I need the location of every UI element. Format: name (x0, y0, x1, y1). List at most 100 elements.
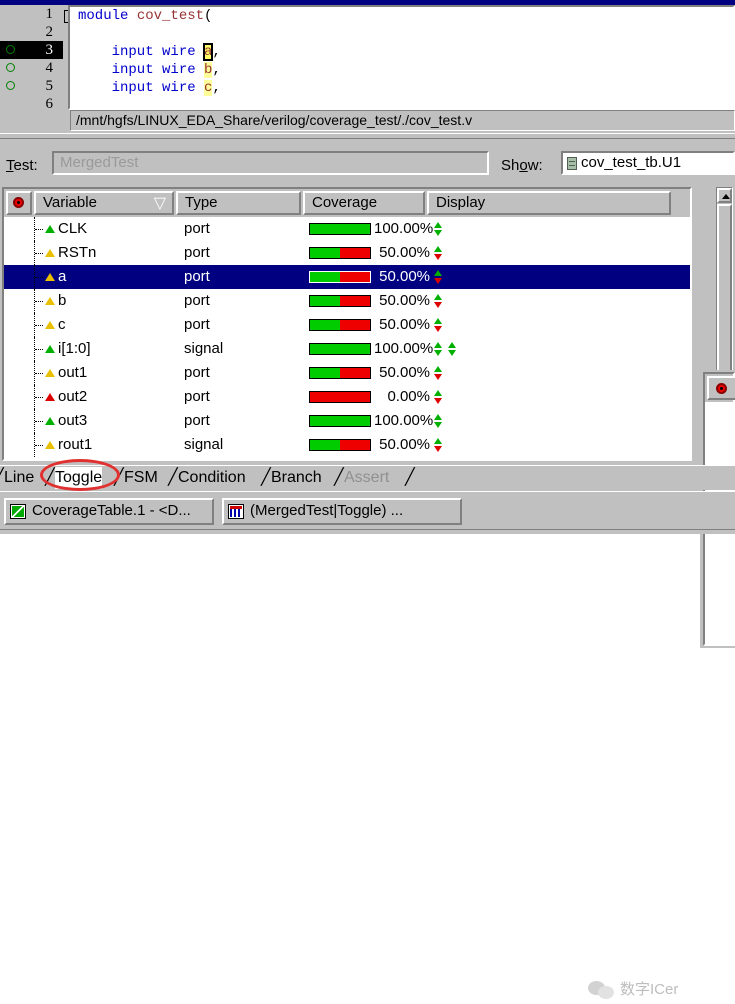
coverage-bar (309, 271, 371, 283)
tree-branch (35, 349, 43, 351)
table-row[interactable]: a port 50.00% (4, 265, 690, 289)
tab-label: Branch (271, 469, 322, 486)
toggle-arrow-icon[interactable] (434, 318, 443, 332)
source-editor: 123456 − module cov_test( input wire a, … (0, 5, 735, 112)
table-row[interactable]: RSTn port 50.00% (4, 241, 690, 265)
column-header-type[interactable]: Type (176, 191, 301, 215)
panel-divider (0, 133, 735, 139)
variable-name: RSTn (58, 244, 97, 261)
spreadsheet-icon (10, 504, 26, 519)
tab-label: FSM (124, 469, 158, 486)
tree-branch (35, 325, 43, 327)
toggle-arrow-icon[interactable] (434, 270, 443, 284)
table-row[interactable]: out3 port 100.00% (4, 409, 690, 433)
tree-branch (35, 301, 43, 303)
column-header-flag[interactable] (6, 191, 32, 215)
tab-condition[interactable]: Condition (178, 467, 246, 489)
test-input[interactable]: MergedTest (52, 151, 489, 175)
coverage-bar-fill (310, 440, 340, 450)
code-token: input wire (78, 80, 205, 96)
arrow-up-icon (434, 318, 442, 324)
variable-name: out2 (58, 388, 88, 405)
watermark-text: 数字ICer (620, 981, 679, 998)
variable-type: signal (184, 340, 224, 357)
taskbar-button[interactable]: (MergedTest|Toggle) ... (222, 498, 462, 525)
watermark: 数字ICer (588, 978, 728, 1004)
arrow-up-icon (434, 270, 442, 276)
line-number: 3 (0, 41, 63, 59)
coverage-percent: 100.00% (374, 340, 434, 357)
status-triangle-icon (45, 441, 55, 449)
file-path-field[interactable]: /mnt/hgfs/LINUX_EDA_Share/verilog/covera… (70, 110, 735, 131)
toggle-arrow-icon[interactable] (434, 246, 443, 260)
tab-fsm[interactable]: FSM (124, 467, 158, 489)
coverage-bar-fill (310, 344, 370, 354)
toggle-arrow-icon[interactable] (434, 414, 443, 428)
coverage-marker-icon[interactable] (6, 81, 15, 90)
table-row[interactable]: CLK port 100.00% (4, 217, 690, 241)
coverage-bar-fill (310, 416, 370, 426)
tab-label: Line (4, 469, 35, 486)
arrow-up-icon (434, 438, 442, 444)
coverage-tabs[interactable]: Line╱Toggle╱FSM╱Condition╱Branch╱Assert╱… (0, 465, 735, 490)
column-header-label: Type (185, 194, 218, 211)
line-number: 4 (0, 59, 63, 77)
coverage-marker-icon[interactable] (6, 45, 15, 54)
coverage-percent: 100.00% (374, 412, 434, 429)
coverage-bar-fill (310, 272, 340, 282)
variable-type: port (184, 388, 210, 405)
table-row[interactable]: out1 port 50.00% (4, 361, 690, 385)
coverage-bar (309, 319, 371, 331)
table-row[interactable]: out2 port 0.00% (4, 385, 690, 409)
arrow-up-icon (434, 342, 442, 348)
column-header-label: Coverage (312, 194, 378, 211)
code-line: input wire b, (70, 61, 733, 79)
column-header-variable[interactable]: Variable ▽ (34, 191, 174, 215)
variable-type: port (184, 244, 210, 261)
table-row[interactable]: rout1 signal 50.00% (4, 433, 690, 457)
file-path-row: /mnt/hgfs/LINUX_EDA_Share/verilog/covera… (0, 110, 735, 132)
toggle-arrow-icon[interactable] (434, 366, 443, 380)
status-triangle-icon (45, 297, 55, 305)
table-body[interactable]: CLK port 100.00% RSTn port 50.00% a port 50.00% b… (4, 217, 690, 461)
tab-assert[interactable]: Assert (344, 467, 389, 489)
code-pane[interactable]: module cov_test( input wire a, input wir… (68, 5, 735, 110)
toggle-arrow-icon[interactable] (434, 342, 443, 356)
variable-name: CLK (58, 220, 88, 237)
code-token: , (212, 80, 221, 96)
column-header-coverage[interactable]: Coverage (303, 191, 425, 215)
column-header-display[interactable]: Display (427, 191, 671, 215)
show-input[interactable]: cov_test_tb.U1 (561, 151, 735, 175)
scroll-up-button[interactable] (717, 188, 732, 203)
status-triangle-icon (45, 321, 55, 329)
variable-type: signal (184, 436, 224, 453)
toggle-arrow-icon[interactable] (434, 222, 443, 236)
arrow-up-icon (448, 342, 456, 348)
arrow-down-icon (448, 350, 456, 356)
table-row[interactable]: b port 50.00% (4, 289, 690, 313)
tree-branch (35, 253, 43, 255)
arrow-down-icon (434, 350, 442, 356)
tab-line[interactable]: Line (4, 467, 34, 489)
coverage-percent: 50.00% (379, 364, 430, 381)
toggle-arrow-icon[interactable] (448, 342, 457, 356)
taskbar-button-label: (MergedTest|Toggle) ... (250, 502, 404, 519)
table-row[interactable]: i[1:0] signal 100.00% (4, 337, 690, 361)
tab-separator: ╱ (405, 469, 415, 486)
toggle-arrow-icon[interactable] (434, 390, 443, 404)
coverage-percent: 50.00% (379, 268, 430, 285)
taskbar-button[interactable]: CoverageTable.1 - <D... (4, 498, 214, 525)
code-token: , (212, 62, 221, 78)
red-dot-icon (716, 383, 727, 394)
toggle-arrow-icon[interactable] (434, 438, 443, 452)
wechat-icon (588, 981, 616, 1000)
secondary-header-cell[interactable] (707, 376, 735, 400)
table-row[interactable]: c port 50.00% (4, 313, 690, 337)
coverage-marker-icon[interactable] (6, 63, 15, 72)
tree-branch (35, 373, 43, 375)
coverage-bar (309, 247, 371, 259)
code-line: module cov_test( (70, 7, 733, 25)
tab-toggle[interactable]: Toggle (55, 467, 103, 489)
toggle-arrow-icon[interactable] (434, 294, 443, 308)
tab-branch[interactable]: Branch (271, 467, 322, 489)
